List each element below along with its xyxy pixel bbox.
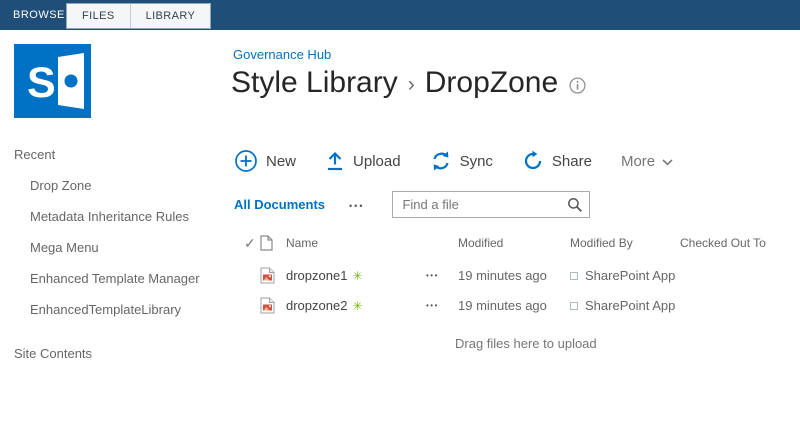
file-icon (260, 265, 286, 287)
table-row[interactable]: dropzone2 ✳ ••• 19 minutes ago SharePoin… (232, 292, 794, 319)
column-header-checked-out-to[interactable]: Checked Out To (680, 236, 794, 250)
presence-indicator (570, 271, 578, 280)
search-box (392, 190, 591, 218)
share-button[interactable]: Share (522, 150, 592, 172)
share-button-label: Share (551, 152, 592, 170)
svg-text:S: S (27, 59, 56, 107)
command-toolbar: New Upload Sync Share More (234, 146, 702, 176)
ribbon-bar: BROWSE FILES LIBRARY (0, 0, 800, 30)
drag-files-hint: Drag files here to upload (455, 336, 597, 351)
file-type-column-icon (260, 233, 286, 254)
view-bar: All Documents ••• (234, 189, 591, 219)
documents-table: ✓ Name Modified Modified By Checked Out … (232, 231, 794, 322)
chevron-down-icon (662, 158, 673, 165)
sidebar-item-site-contents[interactable]: Site Contents (14, 345, 192, 363)
modified-by-link[interactable]: SharePoint App (585, 298, 675, 313)
plus-circle-icon (235, 150, 257, 172)
modified-cell: 19 minutes ago (458, 298, 547, 313)
page-title: Style Library › DropZone (231, 64, 586, 102)
tab-browse[interactable]: BROWSE (13, 0, 65, 30)
new-item-icon: ✳ (352, 268, 363, 283)
column-header-name[interactable]: Name (286, 236, 426, 250)
tab-files[interactable]: FILES (67, 4, 130, 28)
search-input[interactable] (393, 191, 590, 217)
new-item-icon: ✳ (352, 298, 363, 313)
view-all-documents[interactable]: All Documents (234, 197, 325, 212)
info-icon[interactable] (569, 64, 586, 102)
left-navigation: Recent Drop Zone Metadata Inheritance Ru… (14, 146, 219, 376)
more-button[interactable]: More (621, 153, 673, 170)
sidebar-item-mega-menu[interactable]: Mega Menu (30, 239, 208, 257)
upload-button[interactable]: Upload (325, 150, 401, 172)
row-menu-ellipsis[interactable]: ••• (426, 301, 458, 310)
ribbon-tab-group: FILES LIBRARY (66, 3, 212, 29)
upload-icon (328, 151, 343, 171)
sync-icon (432, 151, 449, 171)
file-icon (260, 295, 286, 317)
table-header: ✓ Name Modified Modified By Checked Out … (232, 231, 794, 255)
search-icon[interactable] (567, 197, 583, 218)
sidebar-item-enhanced-template-manager[interactable]: Enhanced Template Manager (30, 270, 208, 288)
row-menu-ellipsis[interactable]: ••• (426, 271, 458, 280)
page-title-library: Style Library (231, 66, 398, 99)
sharepoint-logo-icon: S (14, 44, 91, 118)
table-row[interactable]: dropzone1 ✳ ••• 19 minutes ago SharePoin… (232, 262, 794, 289)
new-button-label: New (266, 152, 297, 170)
file-name-link[interactable]: dropzone1 (286, 268, 347, 283)
column-header-modified-by[interactable]: Modified By (570, 236, 680, 250)
sidebar-item-drop-zone[interactable]: Drop Zone (30, 177, 208, 195)
sidebar-item-enhancedtemplatelibrary[interactable]: EnhancedTemplateLibrary (30, 301, 208, 319)
select-all-checkmark-icon[interactable]: ✓ (232, 235, 260, 252)
nav-heading-recent: Recent (14, 147, 56, 162)
file-name-link[interactable]: dropzone2 (286, 298, 347, 313)
column-header-modified[interactable]: Modified (458, 236, 570, 250)
modified-by-link[interactable]: SharePoint App (585, 268, 675, 283)
presence-indicator (570, 301, 578, 310)
more-button-label: More (620, 152, 656, 170)
modified-cell: 19 minutes ago (458, 268, 547, 283)
new-button[interactable]: New (234, 149, 296, 173)
breadcrumb-site-link[interactable]: Governance Hub (233, 47, 331, 62)
view-options-ellipsis[interactable]: ••• (349, 197, 364, 211)
upload-button-label: Upload (353, 152, 401, 170)
sharepoint-logo[interactable]: S (14, 44, 91, 123)
tab-library[interactable]: LIBRARY (129, 4, 211, 28)
sync-button-label: Sync (459, 152, 493, 170)
sync-button[interactable]: Sync (430, 150, 493, 172)
breadcrumb-separator: › (407, 72, 415, 96)
sidebar-item-metadata-inheritance-rules[interactable]: Metadata Inheritance Rules (30, 208, 208, 226)
share-icon (524, 150, 542, 170)
page-title-folder: DropZone (424, 66, 559, 99)
